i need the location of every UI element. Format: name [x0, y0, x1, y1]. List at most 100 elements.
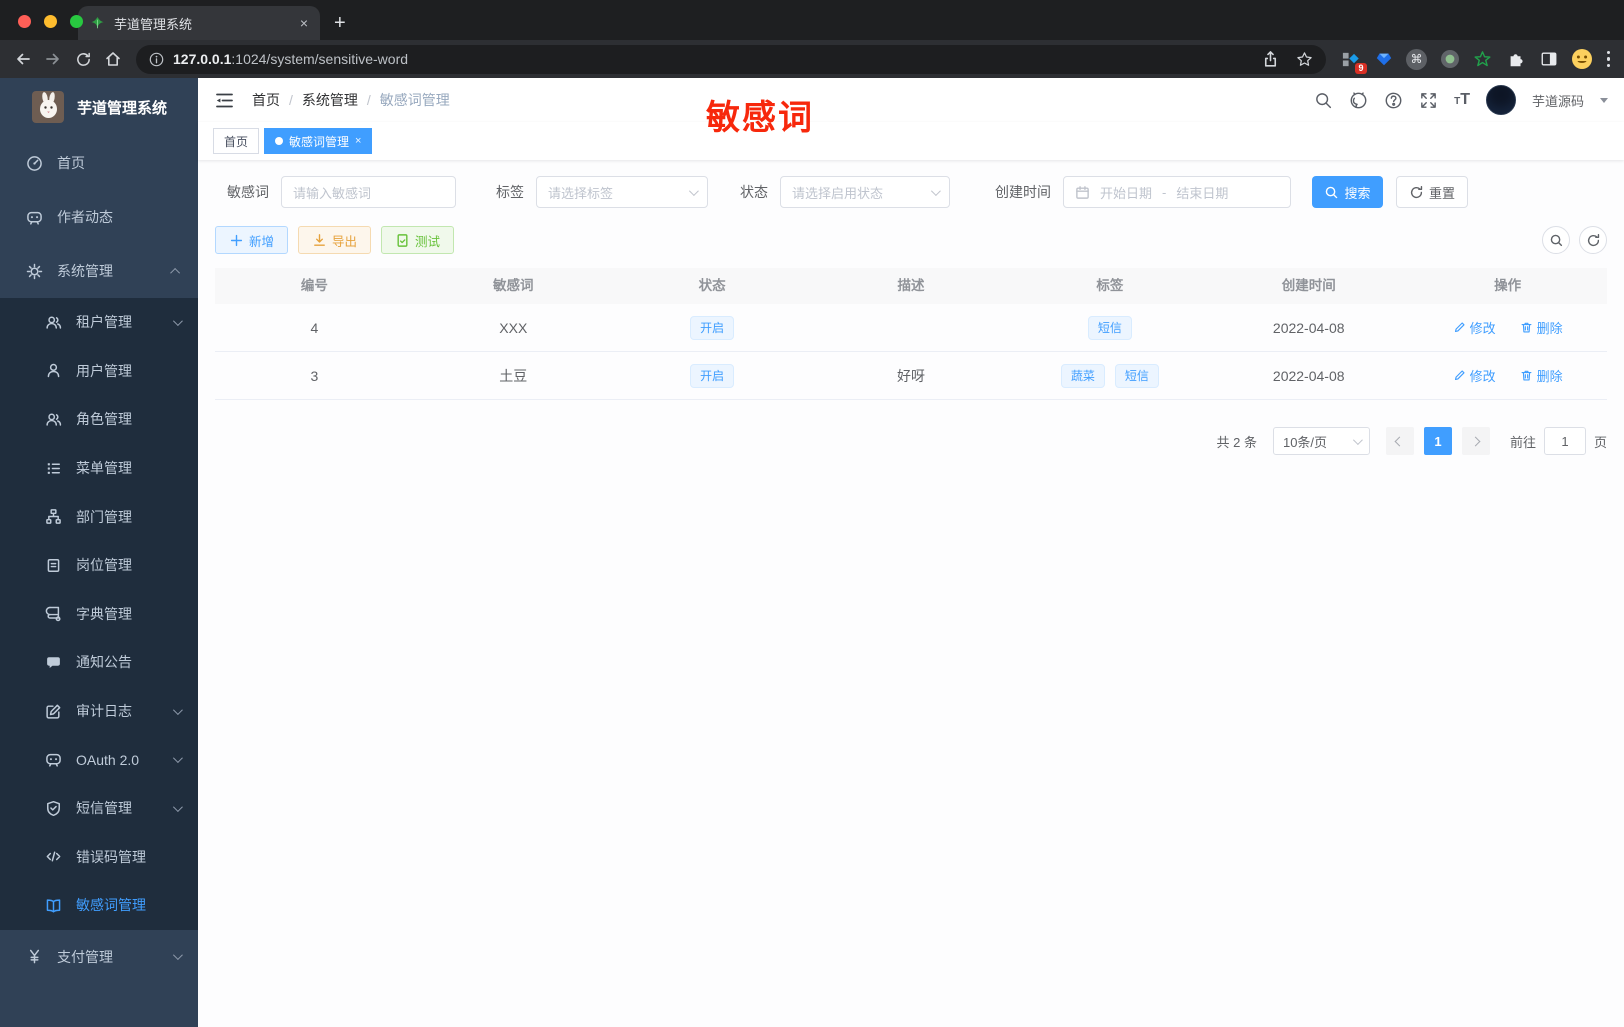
home-button[interactable] — [98, 44, 128, 74]
edit-link[interactable]: 修改 — [1453, 366, 1496, 385]
collapse-sidebar-icon[interactable] — [214, 90, 235, 111]
user-avatar[interactable] — [1485, 85, 1516, 115]
sidebar-item-post[interactable]: 岗位管理 — [0, 541, 198, 590]
delete-link[interactable]: 删除 — [1520, 318, 1563, 337]
reset-button[interactable]: 重置 — [1396, 176, 1468, 208]
sidebar-item-system[interactable]: 系统管理 — [0, 244, 198, 298]
search-icon[interactable] — [1314, 91, 1333, 110]
sidebar-item-errcode[interactable]: 错误码管理 — [0, 833, 198, 882]
current-page-button[interactable]: 1 — [1423, 427, 1452, 455]
select-caret-icon — [930, 185, 941, 196]
status-label: 状态 — [740, 184, 768, 200]
sidebar-item-label: 敏感词管理 — [76, 897, 146, 914]
org-chart-icon — [46, 509, 61, 525]
site-info-icon[interactable] — [149, 52, 164, 67]
user-name[interactable]: 芋道源码 — [1532, 91, 1584, 110]
sidebar-item-audit-log[interactable]: 审计日志 — [0, 687, 198, 736]
edit-link[interactable]: 修改 — [1453, 318, 1496, 337]
table-header-row: 编号 敏感词 状态 描述 标签 创建时间 操作 — [215, 268, 1607, 304]
refresh-icon — [1587, 233, 1599, 246]
sidebar-item-user[interactable]: 用户管理 — [0, 347, 198, 396]
pagination-total: 共 2 条 — [1216, 434, 1257, 450]
refresh-icon — [1410, 185, 1423, 198]
delete-link[interactable]: 删除 — [1520, 366, 1563, 385]
new-tab-button[interactable]: + — [334, 13, 346, 33]
sidebar-item-label: 通知公告 — [76, 654, 132, 671]
tag-close-icon[interactable]: × — [355, 135, 361, 147]
back-button[interactable] — [8, 44, 38, 74]
sidebar-item-tenant[interactable]: 租户管理 — [0, 298, 198, 347]
breadcrumb-system[interactable]: 系统管理 — [302, 90, 358, 110]
sidebar-item-dept[interactable]: 部门管理 — [0, 492, 198, 541]
extension-command-icon[interactable]: ⌘ — [1406, 48, 1428, 70]
font-size-icon[interactable]: TT — [1454, 91, 1470, 109]
add-button[interactable]: 新增 — [215, 226, 289, 254]
status-select[interactable]: 请选择启用状态 — [780, 176, 950, 208]
pagination: 共 2 条 10条/页 1 前往 1 页 — [215, 427, 1607, 455]
side-panel-icon[interactable] — [1538, 48, 1560, 70]
sidebar-item-role[interactable]: 角色管理 — [0, 395, 198, 444]
sidebar-submenu-system: 租户管理 用户管理 角色管理 菜单管理 部门管理 岗位管理 字典管理 通知公告 … — [0, 298, 198, 930]
cell-created: 2022-04-08 — [1272, 319, 1345, 336]
next-page-button[interactable] — [1461, 427, 1490, 455]
keyword-input[interactable]: 请输入敏感词 — [281, 176, 456, 208]
extension-star-icon[interactable] — [1472, 48, 1494, 70]
reload-button[interactable] — [68, 44, 98, 74]
export-button[interactable]: 导出 — [298, 226, 372, 254]
browser-tab[interactable]: 芋道管理系统 × — [78, 6, 320, 40]
search-icon — [1550, 234, 1562, 246]
browser-menu-icon[interactable] — [1606, 50, 1610, 68]
minimize-window-button[interactable] — [44, 15, 57, 28]
sidebar-item-sms[interactable]: 短信管理 — [0, 784, 198, 833]
app-logo[interactable]: 芋道管理系统 — [0, 78, 198, 136]
show-search-toggle-button[interactable] — [1542, 226, 1570, 254]
sidebar-item-oauth[interactable]: OAuth 2.0 — [0, 735, 198, 784]
help-icon[interactable] — [1384, 91, 1403, 110]
extension-dot-icon[interactable] — [1439, 48, 1461, 70]
open-book-icon — [46, 899, 61, 913]
goto-page-input[interactable]: 1 — [1543, 427, 1586, 455]
close-window-button[interactable] — [18, 15, 31, 28]
zoom-window-button[interactable] — [70, 15, 83, 28]
breadcrumb-home[interactable]: 首页 — [252, 90, 280, 110]
tag-sensitive-word[interactable]: 敏感词管理 × — [264, 128, 373, 154]
tag-select[interactable]: 请选择标签 — [536, 176, 708, 208]
profile-avatar-smiley[interactable] — [1571, 48, 1593, 70]
page-size-select[interactable]: 10条/页 — [1272, 427, 1370, 455]
forward-button[interactable] — [38, 44, 68, 74]
test-button[interactable]: 测试 — [381, 226, 455, 254]
sidebar-item-menu[interactable]: 菜单管理 — [0, 444, 198, 493]
command-glyph: ⌘ — [1406, 48, 1427, 70]
cell-word: XXX — [499, 319, 528, 336]
tab-title: 芋道管理系统 — [114, 16, 193, 32]
search-button[interactable]: 搜索 — [1312, 176, 1383, 208]
sidebar-item-payment[interactable]: 支付管理 — [0, 930, 198, 984]
fullscreen-icon[interactable] — [1419, 91, 1438, 110]
sidebar-item-label: 字典管理 — [76, 605, 132, 622]
address-bar[interactable]: 127.0.0.1:1024/system/sensitive-word — [136, 44, 1326, 74]
sidebar-item-sensitive-word[interactable]: 敏感词管理 — [0, 881, 198, 930]
sidebar-item-dict[interactable]: 字典管理 — [0, 590, 198, 639]
sidebar-item-author-news[interactable]: 作者动态 — [0, 190, 198, 244]
prev-page-button[interactable] — [1385, 427, 1414, 455]
url-host: 127.0.0.1 — [173, 51, 232, 67]
sidebar-item-notice[interactable]: 通知公告 — [0, 638, 198, 687]
tag-home[interactable]: 首页 — [213, 128, 260, 154]
column-header: 状态 — [698, 278, 726, 293]
tab-close-icon[interactable]: × — [300, 15, 308, 31]
user-icon — [47, 364, 60, 378]
user-menu-caret-icon[interactable] — [1600, 97, 1608, 103]
extension-grid-icon[interactable]: 9 — [1340, 48, 1367, 74]
column-header: 创建时间 — [1281, 278, 1336, 293]
extension-gem-icon[interactable] — [1373, 48, 1395, 70]
chevron-down-icon — [172, 315, 183, 326]
users-icon — [46, 413, 62, 426]
github-icon[interactable] — [1349, 91, 1368, 110]
date-range-input[interactable]: 开始日期 - 结束日期 — [1063, 176, 1291, 208]
bookmark-star-icon[interactable] — [1296, 51, 1313, 68]
extensions-puzzle-icon[interactable] — [1505, 48, 1527, 70]
sidebar-item-label: OAuth 2.0 — [76, 751, 140, 768]
refresh-table-button[interactable] — [1579, 226, 1607, 254]
sidebar-item-home[interactable]: 首页 — [0, 136, 198, 190]
share-icon[interactable] — [1261, 50, 1280, 69]
